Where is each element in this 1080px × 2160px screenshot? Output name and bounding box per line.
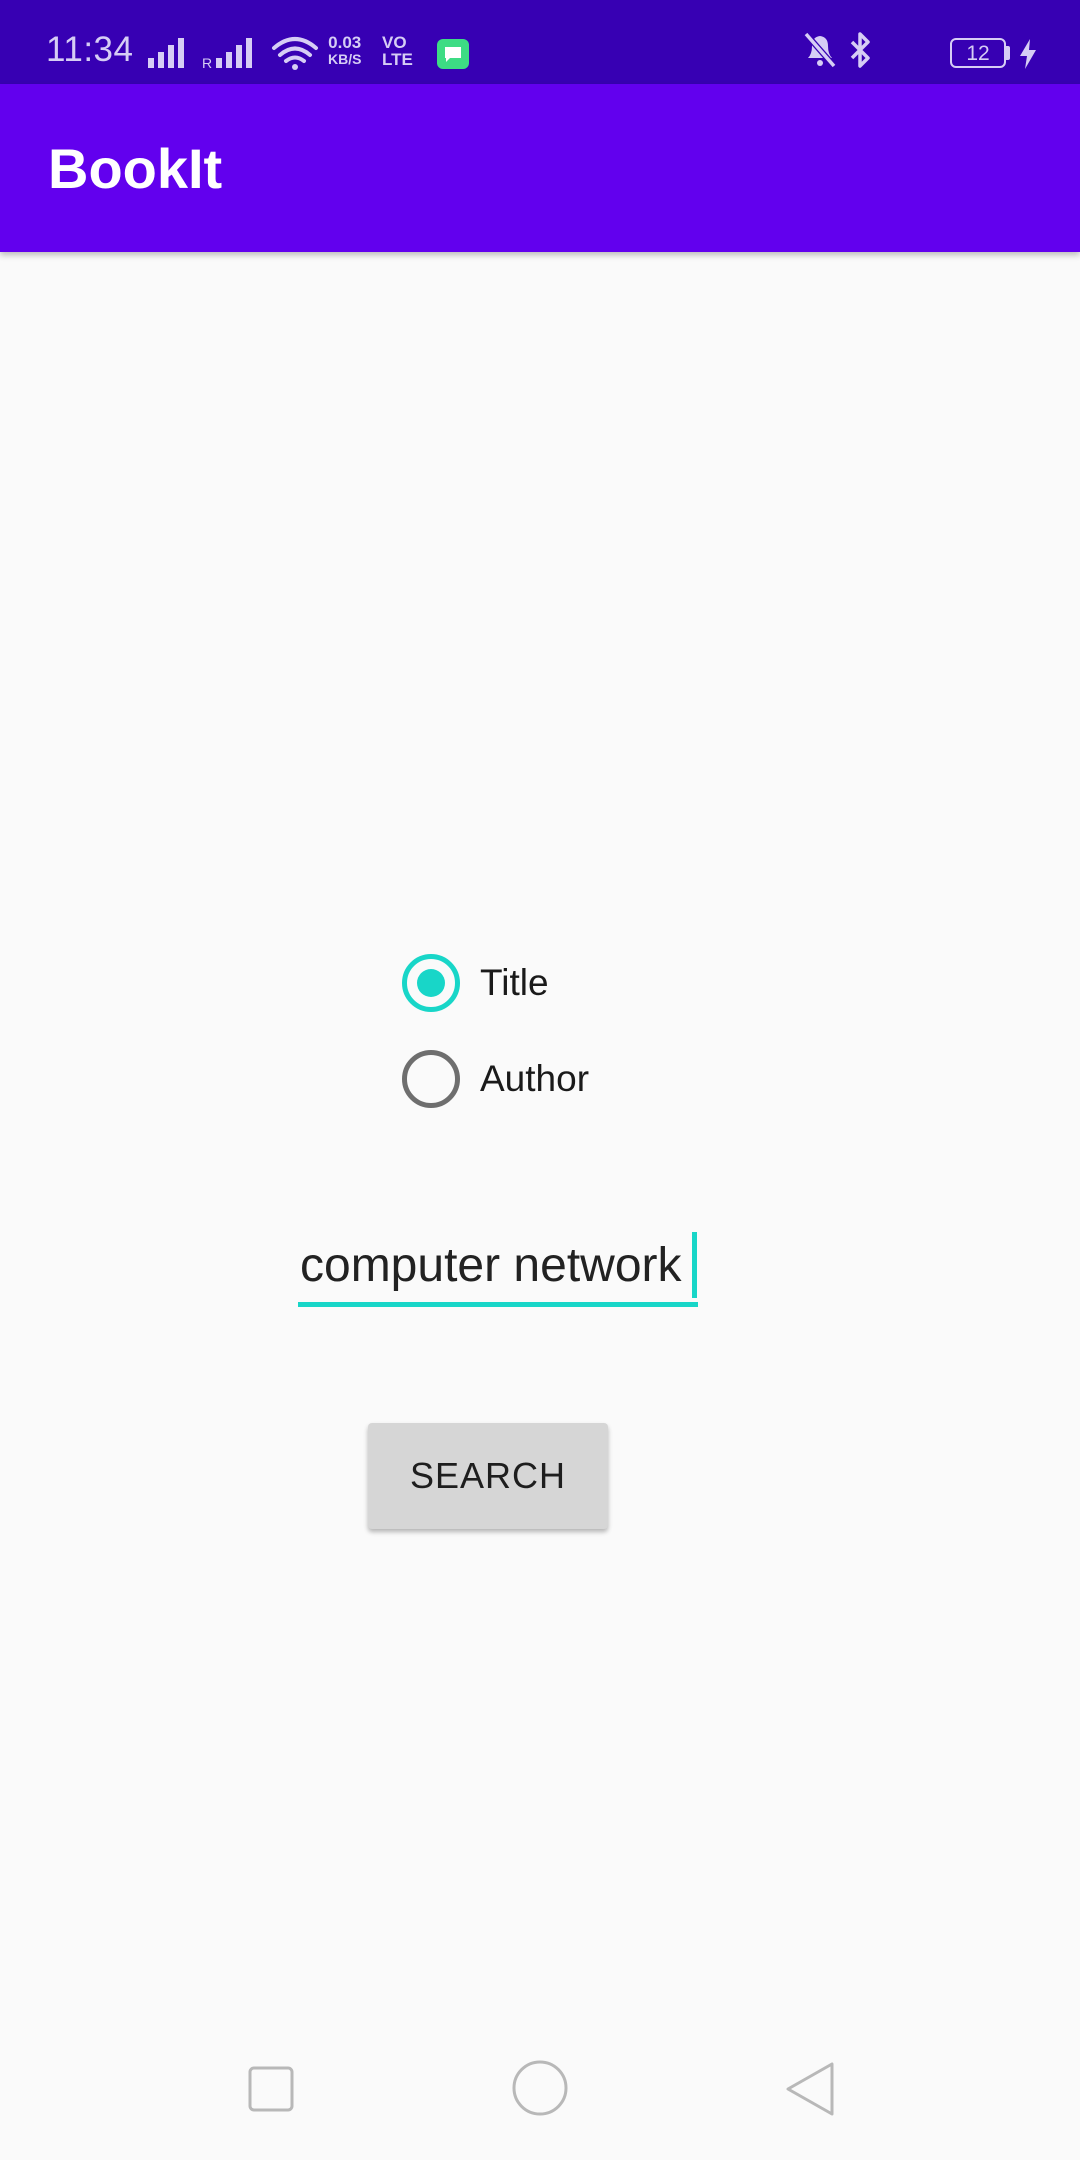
radio-option-title[interactable]: Title — [400, 950, 660, 1020]
battery-level: 12 — [966, 42, 990, 65]
status-bar: 11:34 R 0.03 KB/S VO LTE 12 — [0, 0, 1080, 84]
status-right-icons — [803, 32, 870, 68]
app-title: BookIt — [48, 137, 223, 200]
search-input-underline — [298, 1302, 698, 1307]
roaming-signal-icon: R — [202, 38, 252, 71]
back-icon[interactable] — [750, 2030, 870, 2150]
mute-icon — [803, 32, 837, 68]
bluetooth-icon — [850, 32, 870, 68]
status-time: 11:34 — [46, 30, 134, 69]
search-input[interactable]: computer network — [298, 1232, 698, 1312]
volte-line1: VO — [382, 33, 407, 52]
radio-unchecked-icon[interactable] — [402, 1050, 460, 1108]
app-bar: BookIt — [0, 84, 1080, 252]
navigation-bar — [0, 2030, 1080, 2160]
network-speed-value: 0.03 — [328, 33, 362, 52]
signal-icon — [148, 38, 184, 68]
battery-icon: 12 — [950, 38, 1006, 68]
message-notification-icon — [437, 39, 469, 69]
svg-text:R: R — [202, 55, 212, 71]
radio-checked-icon[interactable] — [402, 954, 460, 1012]
battery-nub — [1006, 46, 1010, 60]
network-speed-unit: KB/S — [328, 51, 362, 67]
network-speed: 0.03 KB/S — [328, 34, 361, 68]
signal-icons-group: R — [148, 37, 318, 71]
volte-indicator: VO LTE — [382, 34, 413, 68]
radio-label-title: Title — [480, 962, 549, 1003]
volte-line2: LTE — [382, 50, 413, 69]
search-button[interactable]: SEARCH — [368, 1423, 608, 1529]
search-input-text[interactable]: computer network — [300, 1238, 682, 1293]
charging-icon — [1020, 39, 1036, 69]
radio-option-author[interactable]: Author — [400, 1046, 660, 1116]
wifi-icon — [272, 37, 318, 70]
recents-icon[interactable] — [210, 2030, 330, 2150]
text-cursor — [692, 1232, 697, 1298]
home-icon[interactable] — [480, 2030, 600, 2150]
radio-label-author: Author — [480, 1058, 590, 1099]
